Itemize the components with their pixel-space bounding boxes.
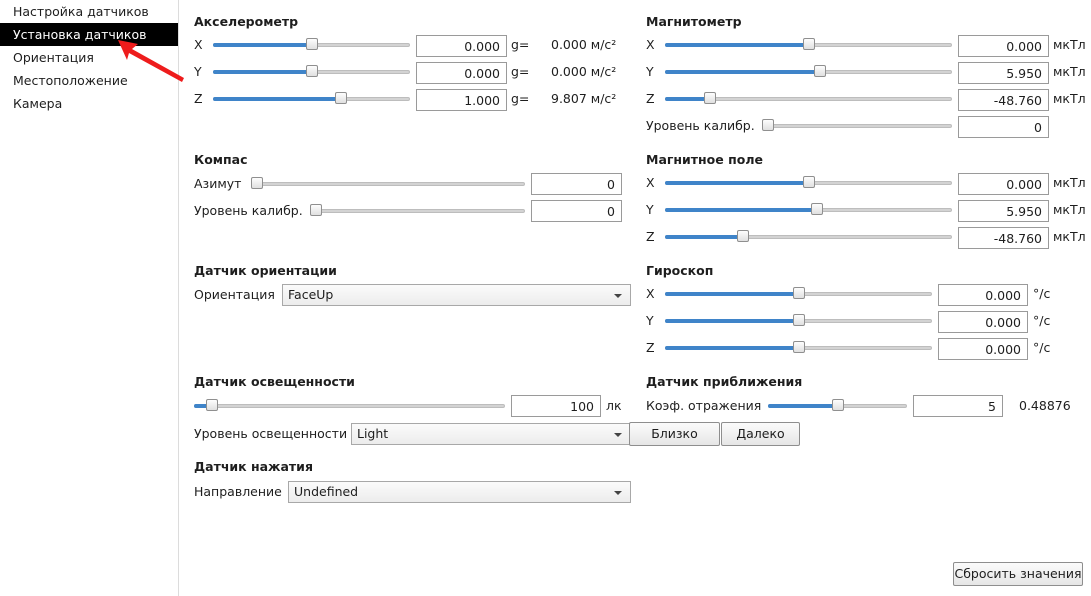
light-level-label: Уровень освещенности (194, 426, 348, 441)
mag-y-label: Y (646, 64, 654, 79)
accel-y-slider[interactable] (213, 62, 410, 82)
accel-z-slider[interactable] (213, 89, 410, 109)
mfield-z-label: Z (646, 229, 655, 244)
mfield-x-label: X (646, 175, 655, 190)
proximity-label: Коэф. отражения (646, 398, 762, 413)
magnetometer-title: Магнитометр (646, 14, 742, 29)
reset-values-button[interactable]: Сбросить значения (953, 562, 1083, 586)
near-button[interactable]: Близко (629, 422, 720, 446)
far-button[interactable]: Далеко (721, 422, 800, 446)
orientation-sensor-title: Датчик ориентации (194, 263, 337, 278)
mag-z-label: Z (646, 91, 655, 106)
gyroscope-title: Гироскоп (646, 263, 714, 278)
mfield-z-unit: мкТл (1053, 229, 1086, 244)
pressure-sensor-title: Датчик нажатия (194, 459, 313, 474)
sidebar-item-sensor-settings[interactable]: Настройка датчиков (0, 0, 178, 23)
compass-calib-field[interactable] (531, 200, 622, 222)
mfield-x-unit: мкТл (1053, 175, 1086, 190)
mag-x-label: X (646, 37, 655, 52)
chevron-down-icon (614, 491, 622, 495)
mfield-y-slider[interactable] (665, 200, 952, 220)
accel-z-label: Z (194, 91, 203, 106)
accel-x-unit: g= (511, 37, 530, 52)
gyro-y-field[interactable] (938, 311, 1028, 333)
mag-x-slider[interactable] (665, 35, 952, 55)
pressure-direction-label: Направление (194, 484, 282, 499)
mag-x-unit: мкТл (1053, 37, 1086, 52)
compass-calib-label: Уровень калибр. (194, 203, 303, 218)
accel-x-label: X (194, 37, 203, 52)
mfield-y-field[interactable] (958, 200, 1049, 222)
compass-azimuth-slider[interactable] (251, 174, 525, 194)
gyro-z-field[interactable] (938, 338, 1028, 360)
accel-z-field[interactable] (416, 89, 507, 111)
sidebar: Настройка датчиков Установка датчиков Ор… (0, 0, 179, 596)
chevron-down-icon (614, 433, 622, 437)
chevron-down-icon (614, 294, 622, 298)
mfield-z-slider[interactable] (665, 227, 952, 247)
proximity-field[interactable] (913, 395, 1003, 417)
gyro-x-field[interactable] (938, 284, 1028, 306)
mag-y-unit: мкТл (1053, 64, 1086, 79)
accelerometer-title: Акселерометр (194, 14, 299, 29)
gyro-y-slider[interactable] (665, 311, 932, 331)
mag-z-slider[interactable] (665, 89, 952, 109)
light-sensor-title: Датчик освещенности (194, 374, 355, 389)
compass-calib-slider[interactable] (310, 201, 525, 221)
light-field[interactable] (511, 395, 601, 417)
mag-y-field[interactable] (958, 62, 1049, 84)
accel-x-derived: 0.000 м/с² (551, 37, 617, 52)
accel-y-label: Y (194, 64, 202, 79)
pressure-direction-select-value: Undefined (294, 484, 359, 499)
sidebar-item-sensor-setup[interactable]: Установка датчиков (0, 23, 178, 46)
orientation-select[interactable]: FaceUp (282, 284, 631, 306)
mfield-x-field[interactable] (958, 173, 1049, 195)
mfield-z-field[interactable] (958, 227, 1049, 249)
sidebar-item-camera[interactable]: Камера (0, 92, 178, 115)
mfield-y-label: Y (646, 202, 654, 217)
accel-x-slider[interactable] (213, 35, 410, 55)
accel-y-field[interactable] (416, 62, 507, 84)
mag-z-field[interactable] (958, 89, 1049, 111)
light-level-select-value: Light (357, 426, 389, 441)
compass-azimuth-label: Азимут (194, 176, 242, 191)
mag-x-field[interactable] (958, 35, 1049, 57)
sidebar-item-orientation[interactable]: Ориентация (0, 46, 178, 69)
light-level-select[interactable]: Light (351, 423, 631, 445)
proximity-slider[interactable] (768, 396, 907, 416)
orientation-label: Ориентация (194, 287, 275, 302)
gyro-x-label: X (646, 286, 655, 301)
magnetic-field-title: Магнитное поле (646, 152, 763, 167)
mag-calib-slider[interactable] (762, 116, 952, 136)
mag-y-slider[interactable] (665, 62, 952, 82)
accel-x-field[interactable] (416, 35, 507, 57)
sidebar-item-location[interactable]: Местоположение (0, 69, 178, 92)
gyro-z-slider[interactable] (665, 338, 932, 358)
mag-calib-field[interactable] (958, 116, 1049, 138)
proximity-reflectance: 0.48876 (1019, 398, 1071, 413)
accel-y-unit: g= (511, 64, 530, 79)
light-unit: лк (606, 398, 622, 413)
mag-z-unit: мкТл (1053, 91, 1086, 106)
orientation-select-value: FaceUp (288, 287, 334, 302)
gyro-y-unit: °/c (1033, 313, 1051, 328)
compass-title: Компас (194, 152, 248, 167)
proximity-sensor-title: Датчик приближения (646, 374, 803, 389)
gyro-y-label: Y (646, 313, 654, 328)
pressure-direction-select[interactable]: Undefined (288, 481, 631, 503)
mag-calib-label: Уровень калибр. (646, 118, 755, 133)
gyro-z-unit: °/c (1033, 340, 1051, 355)
compass-azimuth-field[interactable] (531, 173, 622, 195)
mfield-y-unit: мкТл (1053, 202, 1086, 217)
mfield-x-slider[interactable] (665, 173, 952, 193)
accel-y-derived: 0.000 м/с² (551, 64, 617, 79)
gyro-x-unit: °/c (1033, 286, 1051, 301)
light-slider[interactable] (194, 396, 505, 416)
accel-z-derived: 9.807 м/с² (551, 91, 617, 106)
accel-z-unit: g= (511, 91, 530, 106)
gyro-x-slider[interactable] (665, 284, 932, 304)
gyro-z-label: Z (646, 340, 655, 355)
